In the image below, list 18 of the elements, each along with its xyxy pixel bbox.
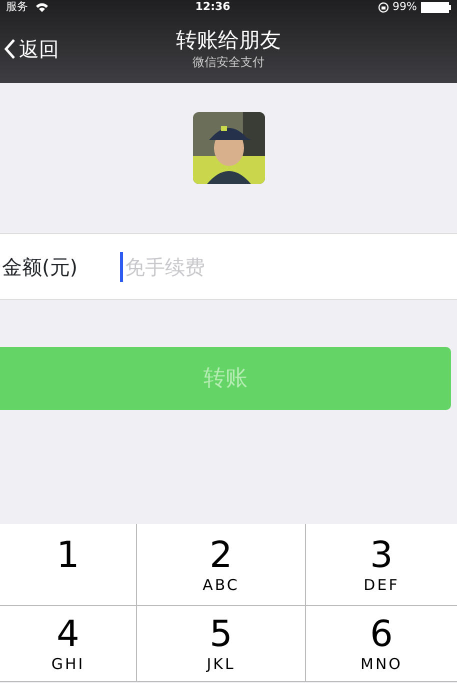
- keypad-key[interactable]: 4 GHI: [0, 606, 137, 682]
- amount-row[interactable]: 金额(元) 免手续费: [0, 233, 457, 300]
- page-title: 转账给朋友: [176, 26, 281, 52]
- back-button[interactable]: 返回: [0, 34, 63, 64]
- amount-field[interactable]: 免手续费: [123, 250, 457, 282]
- keypad-key[interactable]: 5 JKL: [137, 606, 306, 682]
- carrier-text: 服务: [6, 0, 28, 14]
- back-chevron-icon: [4, 38, 15, 58]
- rotation-lock-icon: [378, 2, 389, 12]
- text-cursor: [120, 252, 123, 282]
- page-subtitle: 微信安全支付: [192, 54, 266, 70]
- keypad-key[interactable]: 1: [0, 524, 137, 606]
- keypad-key[interactable]: 2 ABC: [137, 524, 306, 606]
- battery-text: 99%: [392, 0, 417, 14]
- wifi-icon: [36, 2, 48, 12]
- battery-icon: [421, 2, 451, 12]
- time-text: 12:36: [195, 0, 230, 14]
- amount-label: 金额(元): [1, 254, 79, 280]
